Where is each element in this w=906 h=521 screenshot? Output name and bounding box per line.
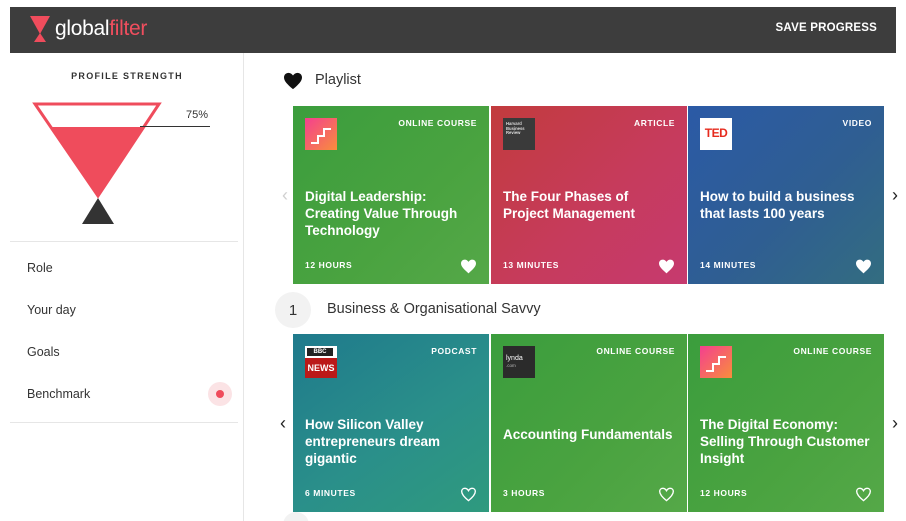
card-title: The Four Phases of Project Management [503,189,636,221]
benchmark-dot [216,390,224,398]
playlist-prev-arrow[interactable]: ‹ [277,183,293,207]
chevron-right-icon: › [892,412,898,433]
playlist-title: Playlist [315,72,361,88]
card-title: The Digital Economy: Selling Through Cus… [700,417,870,466]
lynda-logo-icon: lynda .com [503,346,535,378]
sidebar-item-goals[interactable]: Goals [27,345,60,359]
profile-strength-percent: 75% [186,109,209,121]
profile-strength-title: PROFILE STRENGTH [71,71,183,81]
heart-filled-icon[interactable] [460,259,477,274]
card-type: ONLINE COURSE [596,346,675,356]
top-bar: globalfilter SAVE PROGRESS [10,7,896,53]
funnel-base [82,198,114,224]
playlist-next-arrow[interactable]: › [887,183,903,207]
sidebar-item-your-day[interactable]: Your day [27,303,76,317]
card-duration: 14 MINUTES [700,260,757,270]
provider-name: Harvard Business Review [506,121,525,136]
section-card-2[interactable]: lynda .com ONLINE COURSE Accounting Fund… [491,334,687,512]
provider-name: TED [704,126,728,140]
bbc-news-logo-icon: NEWS BBC [305,346,337,378]
card-duration: 3 HOURS [503,488,545,498]
profile-strength-funnel [32,102,162,224]
playlist-card-2[interactable]: Harvard Business Review ARTICLE The Four… [491,106,687,284]
playlist-card-1[interactable]: ONLINE COURSE Digital Leadership: Creati… [293,106,489,284]
chevron-left-icon: ‹ [282,184,288,205]
logo-text-filter: filter [109,17,148,40]
playlist-heart-icon [284,72,302,90]
card-duration: 12 HOURS [700,488,748,498]
card-type: ARTICLE [633,118,675,128]
card-title: How to build a business that lasts 100 y… [700,189,855,221]
logo-text: globalfilter [55,16,147,42]
card-type: VIDEO [842,118,872,128]
card-title: Accounting Fundamentals [503,427,673,442]
sidebar-item-benchmark[interactable]: Benchmark [27,387,90,401]
sidebar-divider [10,241,238,242]
bbc-blocks: BBC [307,348,333,356]
save-progress-button[interactable]: SAVE PROGRESS [776,22,877,34]
profile-strength-marker-line [140,126,210,127]
playlist-card-3[interactable]: TED VIDEO How to build a business that l… [688,106,884,284]
sidebar-item-role[interactable]: Role [27,261,53,275]
card-duration: 6 MINUTES [305,488,356,498]
funnel-fill [50,127,144,196]
sidebar: PROFILE STRENGTH 75% Role Your day Goals… [10,53,244,521]
gradient-stairs-logo-icon [305,118,337,150]
provider-name-top: BBC [307,348,333,356]
provider-sub: .com [506,363,516,368]
chevron-right-icon: › [892,184,898,205]
section-number-badge: 1 [275,292,311,328]
heart-outline-icon[interactable] [460,487,477,502]
sidebar-divider [10,422,238,423]
chevron-left-icon: ‹ [280,412,286,433]
heart-outline-icon[interactable] [658,487,675,502]
provider-name: lynda [506,355,523,362]
heart-outline-icon[interactable] [855,487,872,502]
gradient-stairs-logo-icon [700,346,732,378]
section-prev-arrow[interactable]: ‹ [275,411,291,435]
heart-filled-icon[interactable] [855,259,872,274]
card-type: PODCAST [431,346,477,356]
section-next-arrow[interactable]: › [887,411,903,435]
card-duration: 13 MINUTES [503,260,560,270]
ted-logo-icon: TED [700,118,732,150]
stairs-icon [706,356,726,372]
benchmark-indicator [208,382,232,406]
next-section-badge [283,512,309,521]
section-card-1[interactable]: NEWS BBC PODCAST How Silicon Valley entr… [293,334,489,512]
funnel-logo-icon [30,16,50,42]
logo-text-global: global [55,17,110,40]
logo[interactable]: globalfilter [30,16,147,42]
card-title: Digital Leadership: Creating Value Throu… [305,189,458,238]
provider-name: NEWS [305,358,337,378]
section-title: Business & Organisational Savvy [327,301,541,317]
heart-filled-icon[interactable] [658,259,675,274]
harvard-business-review-logo-icon: Harvard Business Review [503,118,535,150]
card-title: How Silicon Valley entrepreneurs dream g… [305,417,441,466]
stairs-icon [311,128,331,144]
card-type: ONLINE COURSE [793,346,872,356]
card-duration: 12 HOURS [305,260,353,270]
section-card-3[interactable]: ONLINE COURSE The Digital Economy: Selli… [688,334,884,512]
card-type: ONLINE COURSE [398,118,477,128]
